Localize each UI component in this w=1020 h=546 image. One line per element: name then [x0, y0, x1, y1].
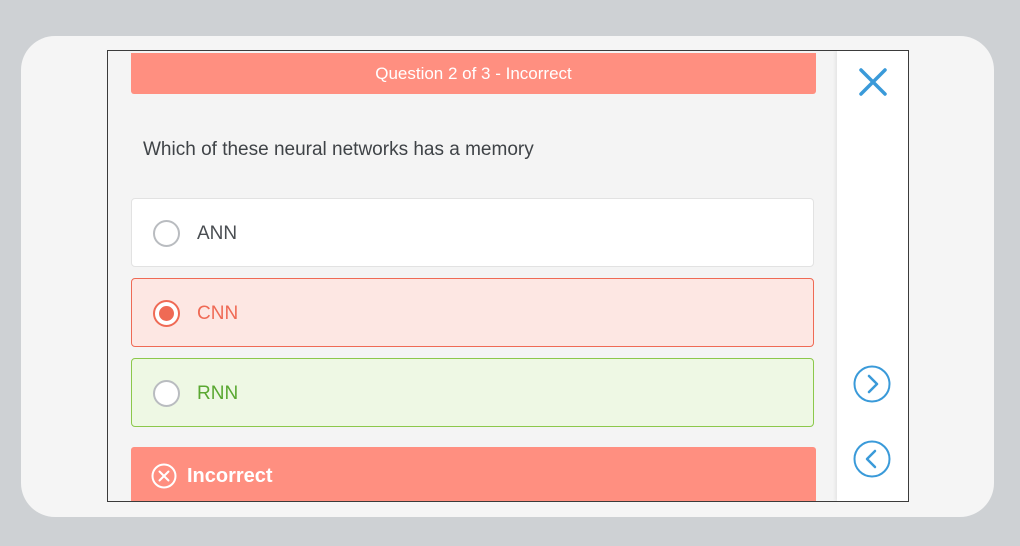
side-navigation-panel	[837, 51, 908, 501]
result-feedback-bar: Incorrect	[131, 447, 816, 501]
answer-option-label: RNN	[197, 383, 239, 404]
answer-option-cnn[interactable]: CNN	[131, 278, 814, 347]
answer-option-rnn[interactable]: RNN	[131, 358, 814, 427]
result-label: Incorrect	[187, 465, 273, 487]
radio-button[interactable]	[153, 380, 180, 407]
question-status-header: Question 2 of 3 - Incorrect	[131, 53, 816, 94]
radio-button-selected[interactable]	[153, 300, 180, 327]
radio-button[interactable]	[153, 220, 180, 247]
circle-x-icon	[151, 463, 177, 489]
answer-option-label: ANN	[197, 223, 238, 244]
chevron-left-circle-icon[interactable]	[852, 439, 892, 479]
close-icon[interactable]	[855, 64, 891, 100]
quiz-content: Question 2 of 3 - Incorrect Which of the…	[108, 51, 837, 501]
answer-option-label: CNN	[197, 303, 239, 324]
question-text: Which of these neural networks has a mem…	[143, 139, 534, 160]
answer-option-ann[interactable]: ANN	[131, 198, 814, 267]
chevron-right-circle-icon[interactable]	[852, 364, 892, 404]
quiz-window: Question 2 of 3 - Incorrect Which of the…	[107, 50, 909, 502]
